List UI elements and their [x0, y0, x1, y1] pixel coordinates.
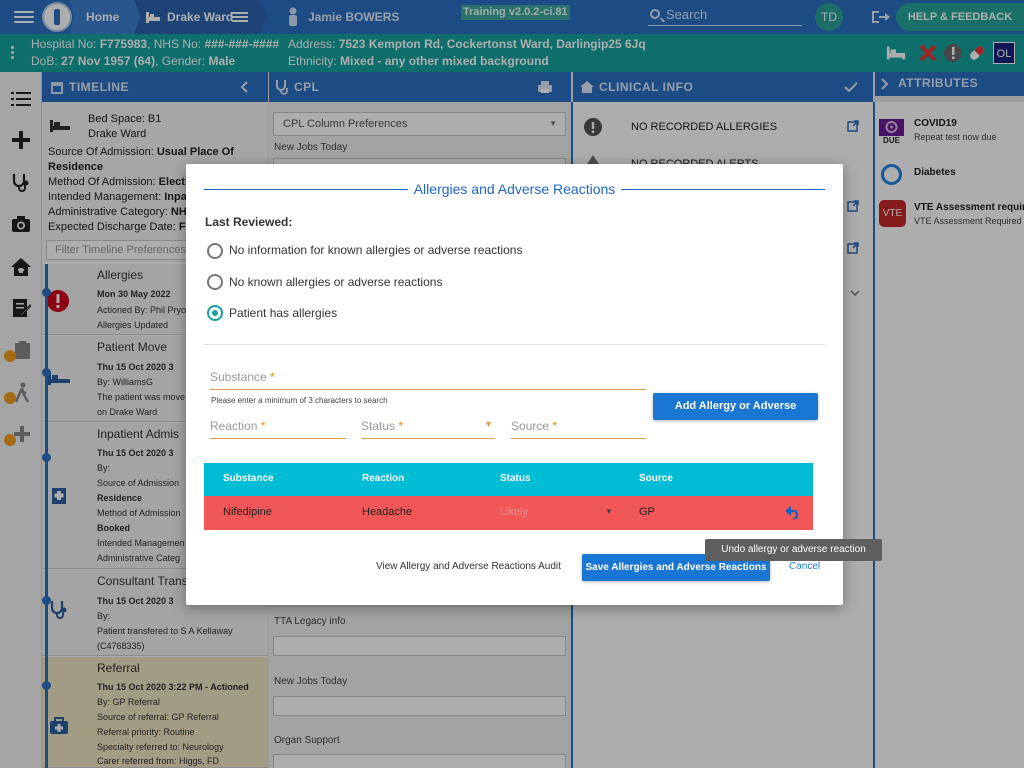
radio-label[interactable]: No known allergies or adverse reactions: [229, 275, 442, 289]
source-label: Source: [511, 419, 550, 433]
undo-tooltip: Undo allergy or adverse reaction deletio…: [705, 539, 882, 577]
required-mark: *: [270, 370, 275, 384]
cell-reaction: Headache: [362, 506, 413, 518]
last-reviewed-label: Last Reviewed:: [205, 215, 293, 229]
divider: [204, 344, 825, 345]
cell-status[interactable]: Likely: [500, 506, 528, 518]
substance-label: Substance: [210, 370, 267, 384]
radio-no-information[interactable]: [207, 243, 223, 259]
substance-input[interactable]: Substance *: [210, 370, 646, 390]
required-mark: *: [552, 419, 558, 433]
status-select[interactable]: Status * ▼: [361, 419, 495, 439]
required-mark: *: [398, 419, 404, 433]
header-source: Source: [639, 473, 673, 484]
audit-link[interactable]: View Allergy and Adverse Reactions Audit: [376, 561, 561, 572]
cell-substance: Nifedipine: [223, 506, 272, 518]
allergy-table-header: Substance Reaction Status Source: [204, 463, 813, 496]
substance-hint: Please enter a minimum of 3 characters t…: [211, 396, 388, 405]
status-label: Status: [361, 419, 396, 433]
dropdown-arrow-icon: ▼: [484, 419, 493, 429]
header-reaction: Reaction: [362, 473, 405, 484]
radio-label[interactable]: No information for known allergies or ad…: [229, 243, 522, 257]
title-rule: [621, 189, 825, 190]
source-input[interactable]: Source *: [511, 419, 646, 439]
reaction-label: Reaction: [210, 419, 258, 433]
add-allergy-button[interactable]: Add Allergy or Adverse Reaction: [653, 393, 818, 439]
cell-source: GP: [639, 506, 655, 518]
header-substance: Substance: [223, 473, 274, 484]
table-row: Nifedipine Headache Likely ▼ GP: [204, 496, 813, 530]
reaction-input[interactable]: Reaction *: [210, 419, 346, 439]
radio-no-known-allergies[interactable]: [207, 274, 223, 290]
radio-label[interactable]: Patient has allergies: [229, 306, 337, 320]
header-status: Status: [500, 473, 531, 484]
dropdown-arrow-icon[interactable]: ▼: [605, 507, 613, 516]
required-mark: *: [260, 419, 266, 433]
undo-icon[interactable]: [785, 506, 801, 519]
radio-patient-has-allergies[interactable]: [207, 305, 223, 321]
